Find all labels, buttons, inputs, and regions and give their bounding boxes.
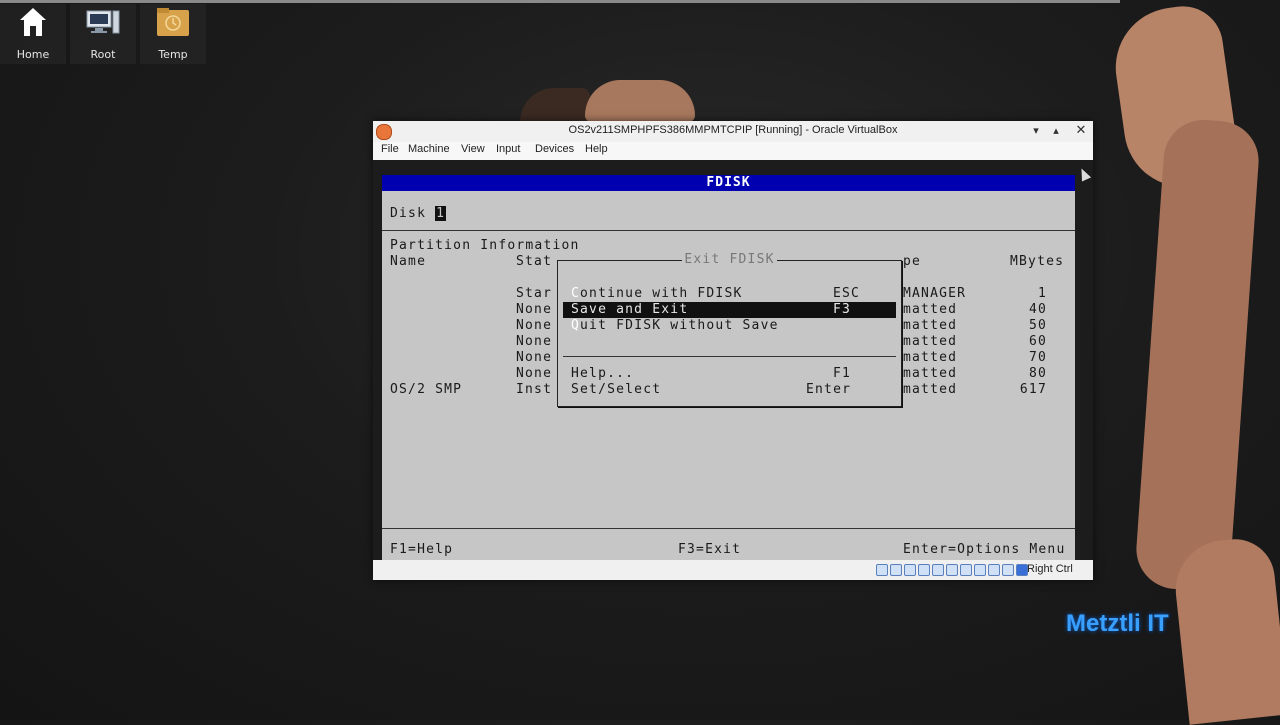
option-label: Help... <box>571 366 635 381</box>
partition-info-heading: Partition Information <box>390 238 580 253</box>
window-title: OS2v211SMPHPFS386MMPMTCPIP [Running] - O… <box>568 124 898 136</box>
desktop-icon-root[interactable]: Root <box>70 4 136 64</box>
row-status: Star <box>516 286 553 301</box>
option-key: F1 <box>833 366 852 381</box>
row-status: Inst <box>516 382 553 397</box>
top-edge-bar <box>0 0 1120 3</box>
disk-number: 1 <box>435 206 447 221</box>
option-key: ESC <box>833 286 861 301</box>
display-icon[interactable] <box>960 564 972 576</box>
option-save-and-exit[interactable]: Save and Exit F3 <box>571 302 887 318</box>
header-type: pe <box>903 254 922 269</box>
close-button[interactable]: ✕ <box>1072 123 1090 139</box>
footer-options: Enter=Options Menu <box>903 542 1066 557</box>
option-label: ontinue with FDISK <box>580 286 743 301</box>
network-icon[interactable] <box>918 564 930 576</box>
row-type: matted <box>903 366 958 381</box>
menu-file[interactable]: File <box>381 143 399 155</box>
option-help[interactable]: Help... F1 <box>571 366 887 382</box>
header-status: Stat <box>516 254 553 269</box>
header-mbytes: MBytes <box>1010 254 1065 269</box>
row-mbytes: 50 <box>1028 318 1047 333</box>
desktop-icon-home[interactable]: Home <box>0 4 66 64</box>
row-status: None <box>516 318 553 333</box>
exit-fdisk-dialog: Exit FDISK Continue with FDISK ESC Save … <box>557 252 902 407</box>
cpu-icon[interactable] <box>988 564 1000 576</box>
divider <box>382 230 1075 231</box>
host-key-label: Right Ctrl <box>1027 563 1073 575</box>
divider <box>382 528 1075 529</box>
option-quit[interactable]: Quit FDISK without Save <box>571 318 887 334</box>
mouse-integration-icon[interactable] <box>1002 564 1014 576</box>
shared-folders-icon[interactable] <box>946 564 958 576</box>
row-type: matted <box>903 382 958 397</box>
home-icon <box>0 4 66 40</box>
fdisk-title: FDISK <box>382 175 1075 191</box>
minimize-button[interactable]: ▾ <box>1027 123 1045 139</box>
row-type: matted <box>903 350 958 365</box>
row-status: None <box>516 350 553 365</box>
dialog-title: Exit FDISK <box>682 252 777 267</box>
option-key: Enter <box>806 382 852 397</box>
wallpaper-figure-decoration <box>585 80 695 122</box>
disk-selector[interactable]: Disk 1 <box>390 206 447 222</box>
row-mbytes: 617 <box>1019 382 1047 397</box>
usb-icon[interactable] <box>932 564 944 576</box>
row-mbytes: 1 <box>1037 286 1047 301</box>
dialog-divider <box>563 356 896 357</box>
desktop-icon-label: Temp <box>158 48 188 61</box>
menu-help[interactable]: Help <box>585 143 608 155</box>
row-type: matted <box>903 302 958 317</box>
row-mbytes: 70 <box>1028 350 1047 365</box>
virtualbox-window: OS2v211SMPHPFS386MMPMTCPIP [Running] - O… <box>373 121 1093 580</box>
window-titlebar[interactable]: OS2v211SMPHPFS386MMPMTCPIP [Running] - O… <box>373 121 1093 142</box>
row-type: matted <box>903 334 958 349</box>
optical-drive-icon[interactable] <box>890 564 902 576</box>
maximize-button[interactable]: ▴ <box>1047 123 1065 139</box>
menu-view[interactable]: View <box>461 143 485 155</box>
hard-disk-icon[interactable] <box>876 564 888 576</box>
footer-exit: F3=Exit <box>678 542 742 557</box>
row-mbytes: 80 <box>1028 366 1047 381</box>
option-key: F3 <box>833 302 852 317</box>
row-status: None <box>516 302 553 317</box>
footer-help: F1=Help <box>390 542 454 557</box>
option-label: uit FDISK without Save <box>580 318 779 333</box>
desktop-icon-label: Root <box>90 48 116 61</box>
option-label: Save and Exit <box>571 302 689 317</box>
folder-clock-icon <box>140 4 206 40</box>
header-name: Name <box>390 254 427 269</box>
menu-machine[interactable]: Machine <box>408 143 450 155</box>
audio-icon[interactable] <box>904 564 916 576</box>
fdisk-screen: FDISK Disk 1 Partition Information Name … <box>382 175 1075 560</box>
computer-icon <box>70 4 136 40</box>
row-mbytes: 40 <box>1028 302 1047 317</box>
option-label: Set/Select <box>571 382 662 397</box>
hotkey-letter: Q <box>571 318 581 333</box>
menu-bar: File Machine View Input Devices Help <box>373 142 1093 160</box>
row-type: matted <box>903 318 958 333</box>
row-mbytes: 60 <box>1028 334 1047 349</box>
row-name: OS/2 SMP <box>390 382 463 397</box>
video-capture-icon[interactable] <box>974 564 986 576</box>
wallpaper-hair-decoration <box>520 88 590 122</box>
vm-display[interactable]: FDISK Disk 1 Partition Information Name … <box>373 160 1093 560</box>
wallpaper-foot-decoration <box>1170 535 1280 725</box>
disk-label: Disk <box>390 206 436 221</box>
option-set-select[interactable]: Set/Select Enter <box>571 382 887 398</box>
hotkey-letter: C <box>571 286 581 301</box>
row-status: None <box>516 366 553 381</box>
wallpaper-leg-decoration <box>1133 117 1262 593</box>
option-continue[interactable]: Continue with FDISK ESC <box>571 286 887 302</box>
desktop-icon-temp[interactable]: Temp <box>140 4 206 64</box>
row-status: None <box>516 334 553 349</box>
menu-devices[interactable]: Devices <box>535 143 574 155</box>
desktop-icon-label: Home <box>16 48 50 61</box>
row-type: MANAGER <box>903 286 967 301</box>
menu-input[interactable]: Input <box>496 143 520 155</box>
status-bar: Right Ctrl <box>373 560 1093 580</box>
watermark-text: Metztli IT <box>1066 610 1169 637</box>
